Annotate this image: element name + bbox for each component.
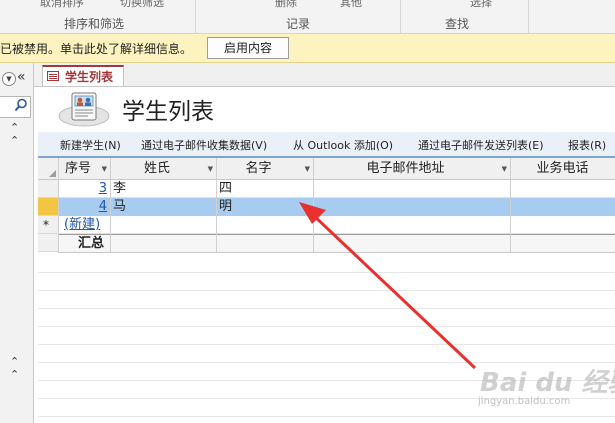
form-header: 学生列表 [38, 87, 615, 132]
totals-row: 汇总 [58, 234, 615, 253]
more-button[interactable]: 其他 [340, 0, 362, 10]
students-icon [58, 92, 110, 127]
search-icon[interactable] [14, 98, 28, 112]
new-record-link[interactable]: (新建) [64, 216, 100, 234]
nav-group-collapse-icon-2[interactable]: ⌃ ⌃ [10, 355, 19, 381]
nav-group-collapse-icon[interactable]: ⌃ ⌃ [10, 121, 19, 147]
enable-content-button[interactable]: 启用内容 [207, 37, 289, 59]
remove-sort-button[interactable]: 取消排序 [40, 0, 84, 10]
id-link[interactable]: 3 [58, 180, 107, 198]
tab-label: 学生列表 [65, 70, 114, 84]
first-name-cell[interactable]: 四 [219, 180, 232, 198]
id-link[interactable]: 4 [58, 198, 107, 216]
column-header-email[interactable]: 电子邮件地址 ▼ [313, 158, 510, 180]
last-name-cell[interactable]: 李 [113, 180, 126, 198]
command-bar: 新建学生(N) 通过电子邮件收集数据(V) 从 Outlook 添加(O) 通过… [38, 132, 615, 158]
new-student-button[interactable]: 新建学生(N) [60, 137, 121, 153]
record-selector[interactable] [38, 180, 58, 198]
collapse-nav-icon[interactable]: « [17, 69, 26, 85]
ribbon-group-records: 记录 [286, 17, 311, 31]
column-dropdown-icon: ▼ [304, 165, 310, 173]
record-selector-totals [38, 234, 58, 252]
ribbon-group-sort-filter: 排序和筛选 [64, 17, 125, 31]
navigation-pane: ▼ « ⌃ ⌃ ⌃ ⌃ [0, 63, 34, 423]
select-all-corner[interactable] [38, 158, 58, 180]
column-header-id[interactable]: 序号 ▼ [58, 158, 110, 180]
last-name-cell[interactable]: 马 [113, 198, 126, 216]
record-selector-new[interactable]: * [38, 216, 58, 234]
nav-dropdown-icon[interactable]: ▼ [2, 72, 16, 86]
column-dropdown-icon: ▼ [501, 165, 507, 173]
toggle-filter-button[interactable]: 切换筛选 [120, 0, 164, 10]
email-list-button[interactable]: 通过电子邮件发送列表(E) [418, 137, 544, 153]
ribbon-group-find: 查找 [445, 17, 470, 31]
totals-label: 汇总 [78, 236, 105, 251]
record-selector-current[interactable] [38, 198, 58, 216]
new-record-row[interactable]: (新建) [58, 216, 615, 234]
add-from-outlook-button[interactable]: 从 Outlook 添加(O) [293, 137, 393, 153]
column-header-business-phone[interactable]: 业务电话 [510, 158, 615, 180]
nav-search-input[interactable] [0, 96, 31, 118]
column-dropdown-icon: ▼ [207, 165, 213, 173]
first-name-cell[interactable]: 明 [219, 198, 232, 216]
security-message[interactable]: 已被禁用。单击此处了解详细信息。 [0, 40, 192, 57]
form-title: 学生列表 [122, 99, 214, 125]
column-dropdown-icon: ▼ [101, 165, 107, 173]
table-row-selected[interactable]: 4 马 明 [58, 198, 615, 216]
ribbon: 取消排序 切换筛选 删除 其他 选择 排序和筛选 记录 查找 [0, 0, 615, 34]
column-header-first-name[interactable]: 名字 ▼ [216, 158, 313, 180]
datasheet: 序号 ▼ 姓氏 ▼ 名字 ▼ 电子邮件地址 ▼ 业务电话 * 3 李 四 4 马 明 (… [38, 158, 615, 423]
reports-button[interactable]: 报表(R) [568, 137, 606, 153]
column-header-last-name[interactable]: 姓氏 ▼ [110, 158, 216, 180]
delete-button[interactable]: 删除 [275, 0, 297, 10]
collect-email-data-button[interactable]: 通过电子邮件收集数据(V) [141, 137, 267, 153]
security-warning-bar: 已被禁用。单击此处了解详细信息。 启用内容 [0, 34, 615, 63]
table-row[interactable]: 3 李 四 [58, 180, 615, 198]
tab-student-list[interactable]: 学生列表 [42, 65, 124, 86]
document-tab-strip: 学生列表 [34, 63, 615, 87]
select-button[interactable]: 选择 [470, 0, 492, 10]
form-icon [47, 71, 59, 81]
